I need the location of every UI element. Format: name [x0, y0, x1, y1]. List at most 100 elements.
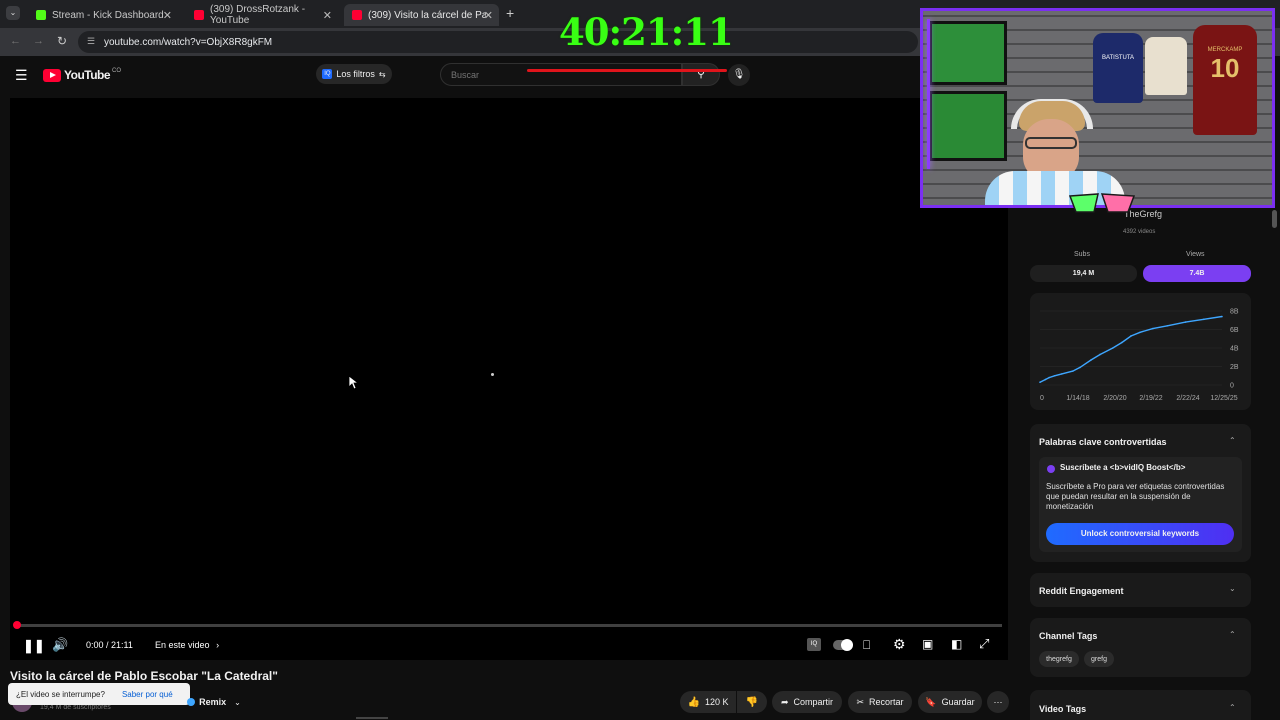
back-icon[interactable]: ←	[10, 35, 21, 47]
views-value-box[interactable]: 7.4B	[1143, 265, 1251, 282]
thumbs-down-icon: 👎	[745, 696, 759, 708]
microphone-icon: 🎙	[732, 69, 746, 80]
remix-label: Remix	[199, 697, 227, 707]
search-input[interactable]	[441, 64, 641, 85]
forward-icon[interactable]: →	[33, 35, 44, 47]
close-tab-icon[interactable]: ✕	[323, 9, 332, 22]
thumbs-up-icon: 👍	[687, 696, 700, 708]
tab-drossrotzank[interactable]: (309) DrossRotzank - YouTube ✕	[186, 4, 338, 26]
subs-value-box[interactable]: 19,4 M	[1030, 265, 1137, 282]
vidiq-player-icon[interactable]: IQ	[807, 638, 821, 651]
search-button[interactable]: ⚲	[682, 63, 720, 86]
chart-point	[1039, 381, 1041, 384]
chart-series-line	[1039, 315, 1223, 383]
progress-scrubber[interactable]	[13, 621, 21, 629]
save-label: Guardar	[941, 697, 975, 707]
toast-question: ¿El video se interrumpe?	[16, 689, 105, 699]
remix-button[interactable]: Remix ⌄	[184, 692, 244, 712]
more-actions-button[interactable]: ⋯	[987, 691, 1009, 713]
share-button[interactable]: ➦ Compartir	[772, 691, 842, 713]
reddit-title: Reddit Engagement	[1039, 586, 1124, 596]
chart-y-tick-label: 0	[1230, 383, 1234, 390]
progress-bar[interactable]	[13, 621, 1002, 629]
chevron-down-icon: ⌄	[1229, 584, 1236, 593]
led-strip	[927, 19, 930, 169]
pause-icon[interactable]: ❚❚	[23, 638, 45, 654]
subs-header: Subs	[1074, 251, 1090, 258]
logo-text: YouTube	[64, 68, 111, 82]
autoplay-toggle[interactable]	[833, 639, 853, 651]
tab-label: (309) DrossRotzank - YouTube	[210, 4, 306, 26]
url-text: youtube.com/watch?v=ObjX8R8gkFM	[104, 36, 273, 48]
chart-y-tick-label: 8B	[1230, 309, 1239, 316]
filters-button[interactable]: IQ Los filtros ⇆	[316, 64, 392, 84]
unlock-keywords-button[interactable]: Unlock controversial keywords	[1046, 523, 1234, 545]
chevron-up-icon[interactable]: ⌃	[1229, 436, 1236, 445]
chevron-up-icon: ⌃	[1229, 703, 1236, 712]
like-button[interactable]: 👍 120 K	[680, 691, 736, 713]
keywords-title: Palabras clave controvertidas	[1039, 437, 1167, 447]
filter-settings-icon: ⇆	[378, 69, 386, 79]
chart-point	[1184, 321, 1187, 323]
video-tags-card[interactable]: Video Tags ⌃	[1030, 690, 1251, 720]
menu-icon[interactable]: ☰	[15, 67, 28, 84]
voice-search-button[interactable]: 🎙	[728, 64, 750, 86]
save-button[interactable]: 🔖 Guardar	[918, 691, 982, 713]
fullscreen-icon[interactable]: ⤢	[979, 636, 989, 652]
overlay-red-line	[527, 69, 727, 72]
tag-thegrefg[interactable]: thegrefg	[1039, 651, 1079, 667]
chart-point	[1048, 376, 1050, 379]
boost-title: Suscríbete a <b>vidIQ Boost</b>	[1060, 463, 1186, 472]
jersey-red: MERCKAMP 10	[1193, 25, 1257, 135]
settings-gear-icon[interactable]: ⚙	[893, 636, 906, 653]
views-value: 7.4B	[1189, 270, 1205, 277]
jersey-red-number: 10	[1210, 53, 1240, 83]
miniplayer-icon[interactable]: ▣	[922, 637, 933, 651]
youtube-header: ☰ YouTube CO IQ Los filtros ⇆ ⚲ 🎙	[0, 56, 1010, 96]
cast-icon[interactable]: ◧	[951, 637, 962, 651]
tab-visito-carcel[interactable]: (309) Visito la cárcel de Pablo E ✕	[344, 4, 499, 26]
video-player[interactable]: ❚❚ 🔊 0:00 / 21:11 En este video › IQ ⎕ ⚙…	[10, 98, 1008, 660]
chart-point	[1221, 315, 1223, 318]
tactics-board-bottom	[929, 91, 1007, 161]
clip-button[interactable]: ✂ Recortar	[848, 691, 912, 713]
tag-grefg[interactable]: grefg	[1084, 651, 1114, 667]
url-field[interactable]: ☰ youtube.com/watch?v=ObjX8R8gkFM	[78, 31, 918, 53]
chapters-button[interactable]: En este video ›	[155, 640, 219, 650]
boost-box: Suscríbete a <b>vidIQ Boost</b> Suscríbe…	[1039, 457, 1242, 552]
new-tab-button[interactable]: +	[506, 5, 514, 21]
youtube-favicon-icon	[194, 10, 204, 20]
volume-icon[interactable]: 🔊	[52, 637, 68, 653]
bookmark-icon: 🔖	[925, 696, 937, 707]
youtube-logo[interactable]: YouTube CO	[43, 68, 121, 82]
streamer-glasses	[1025, 137, 1077, 149]
toast-link[interactable]: Saber por qué	[122, 690, 173, 699]
close-tab-icon[interactable]: ✕	[484, 9, 493, 22]
scroll-indicator	[356, 717, 388, 719]
chart-y-tick-label: 6B	[1230, 327, 1239, 334]
jersey-white	[1145, 37, 1187, 95]
tab-list-button[interactable]: ⌄	[6, 6, 20, 20]
dislike-button[interactable]: 👎	[737, 691, 767, 713]
clip-label: Recortar	[869, 697, 904, 707]
side-scrollbar[interactable]	[1272, 210, 1277, 228]
channel-tags-title: Channel Tags	[1039, 631, 1098, 641]
reddit-card[interactable]: Reddit Engagement ⌄	[1030, 573, 1251, 607]
reload-icon[interactable]: ↻	[57, 34, 67, 48]
search-box[interactable]	[440, 63, 682, 86]
subscriber-count: 19,4 M de suscriptores	[40, 704, 111, 711]
video-tags-title: Video Tags	[1039, 704, 1087, 714]
tab-kick-dashboard[interactable]: Stream - Kick Dashboard ✕	[28, 4, 178, 26]
chart-point	[1166, 325, 1169, 327]
chevron-up-icon[interactable]: ⌃	[1229, 630, 1236, 639]
chart-point	[1099, 353, 1101, 356]
chapters-label: En este video	[155, 640, 210, 650]
subtitles-icon[interactable]: ⎕	[863, 638, 870, 653]
close-tab-icon[interactable]: ✕	[163, 9, 172, 22]
chart-point	[1061, 373, 1063, 375]
more-horizontal-icon: ⋯	[993, 696, 1003, 707]
chart-x-tick-label: 1/14/18	[1066, 395, 1089, 402]
site-info-icon[interactable]: ☰	[87, 36, 95, 47]
country-code: CO	[112, 68, 122, 74]
tab-label: (309) Visito la cárcel de Pablo E	[368, 9, 486, 21]
